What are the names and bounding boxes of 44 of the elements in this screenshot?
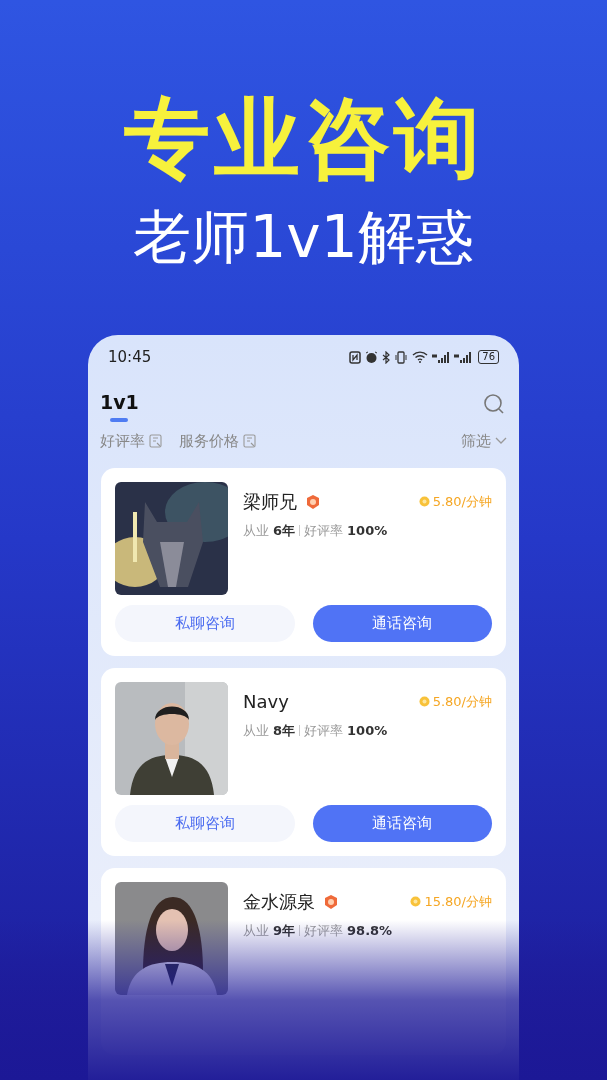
experience-value: 8年: [273, 722, 296, 740]
headline: 专业咨询: [123, 88, 484, 188]
call-button[interactable]: 通话咨询: [312, 605, 492, 642]
call-button[interactable]: 通话咨询: [312, 805, 492, 842]
rating-label: 好评率: [304, 522, 344, 540]
signal-icon: [454, 350, 473, 364]
rating-value: 100%: [347, 522, 388, 540]
subtitle: 老师1v1解惑: [133, 202, 474, 272]
consultant-name: Navy: [243, 690, 289, 714]
vibrate-icon: [394, 350, 409, 364]
consultant-name: 梁师兄: [243, 490, 297, 514]
rating-label: 好评率: [304, 922, 344, 940]
rating-label: 好评率: [304, 722, 344, 740]
experience-label: 从业: [243, 522, 269, 540]
coin-icon: [418, 696, 430, 707]
tab[interactable]: 1v1: [100, 389, 139, 422]
alarm-icon: [365, 350, 379, 364]
signal-icon: [432, 350, 451, 364]
filter-button[interactable]: 筛选: [461, 429, 507, 453]
chat-button[interactable]: 私聊咨询: [115, 805, 295, 842]
sort-icon: [149, 434, 163, 448]
experience-label: 从业: [243, 922, 269, 940]
coin-icon: [410, 896, 422, 907]
price: 5.80/分钟: [432, 692, 492, 711]
battery-level: 76: [478, 350, 499, 364]
experience-value: 9年: [273, 922, 296, 940]
search-icon[interactable]: [483, 393, 505, 415]
sort-option[interactable]: 服务价格: [179, 429, 257, 453]
bluetooth-icon: [382, 350, 391, 364]
status-time: 10:45: [108, 346, 152, 368]
nfc-icon: [349, 350, 362, 364]
price: 15.80/分钟: [424, 892, 492, 911]
chat-button[interactable]: 私聊咨询: [115, 605, 295, 642]
chevron-down-icon: [495, 437, 507, 445]
coin-icon: [418, 496, 430, 507]
wifi-icon: [412, 351, 429, 363]
sort-icon: [243, 434, 257, 448]
rating-value: 98.8%: [347, 922, 393, 940]
experience-value: 6年: [273, 522, 296, 540]
price: 5.80/分钟: [432, 492, 492, 511]
consultant-name: 金水源泉: [243, 890, 315, 914]
experience-label: 从业: [243, 722, 269, 740]
rating-value: 100%: [347, 722, 388, 740]
sort-option[interactable]: 好评率: [100, 429, 163, 453]
